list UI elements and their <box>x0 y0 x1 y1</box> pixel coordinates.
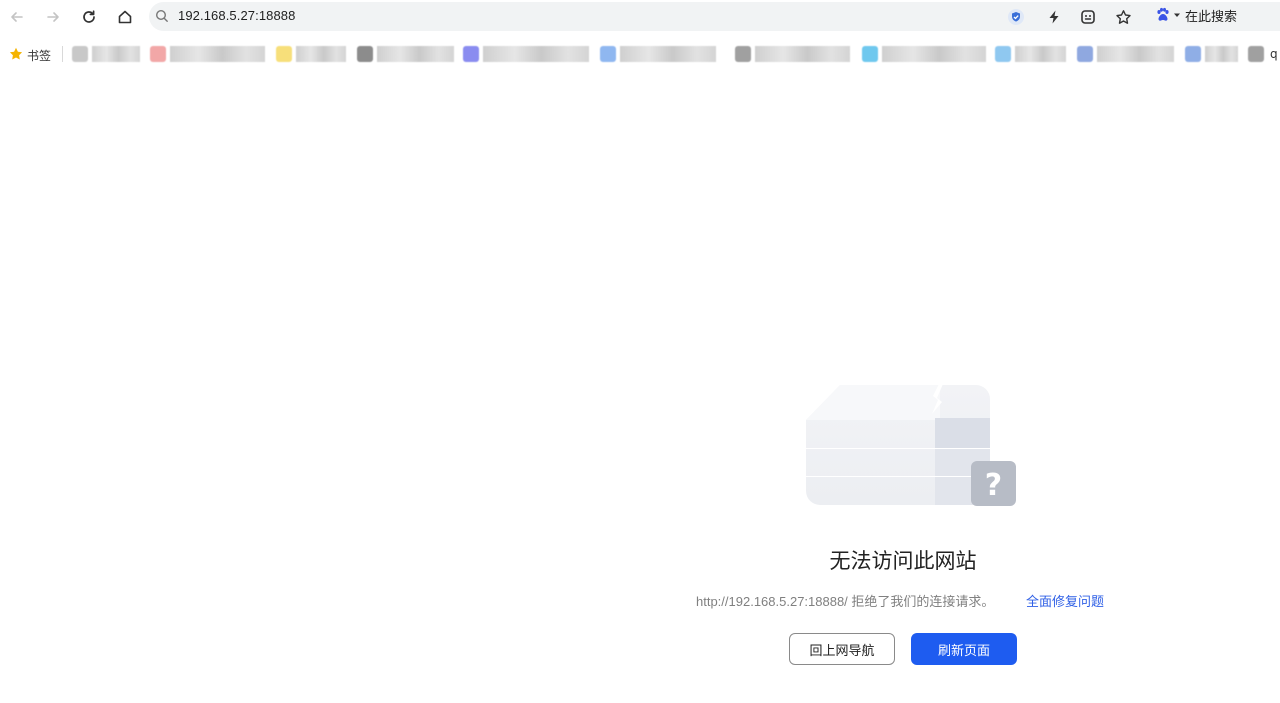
url-text[interactable]: 192.168.5.27:18888 <box>178 8 295 23</box>
back-button[interactable] <box>4 4 30 30</box>
bookmark-overflow-text[interactable]: q <box>1270 47 1278 61</box>
bookmark-title-blurred <box>296 46 346 62</box>
home-button[interactable] <box>112 4 138 30</box>
browser-toolbar: 192.168.5.27:18888 在此搜索 <box>0 0 1280 34</box>
bookmark-favicon-icon <box>600 46 616 62</box>
arrow-right-icon <box>47 12 59 22</box>
error-title: 无法访问此网站 <box>829 549 977 573</box>
search-engine-label: 在此搜索 <box>1185 9 1238 25</box>
bookmark-item[interactable] <box>276 46 348 62</box>
bookmark-title-blurred <box>882 46 986 62</box>
reload-icon <box>83 10 95 23</box>
speedup-button[interactable] <box>1044 7 1064 27</box>
security-shield-button[interactable] <box>1006 7 1026 27</box>
svg-text:?: ? <box>985 468 1002 503</box>
refresh-page-button[interactable]: 刷新页面 <box>911 633 1017 665</box>
bookmarks-folder-label[interactable]: 书签 <box>27 47 51 64</box>
bookmark-favicon-icon <box>150 46 166 62</box>
bookmark-favicon-icon <box>995 46 1011 62</box>
chevron-down-icon <box>1174 13 1180 17</box>
bookmark-item[interactable] <box>1185 46 1240 62</box>
bookmark-item[interactable] <box>463 46 591 62</box>
bookmarks-divider <box>62 46 63 62</box>
fix-problem-link[interactable]: 全面修复问题 <box>1026 591 1104 610</box>
bookmark-favicon-icon <box>862 46 878 62</box>
bookmark-favicon-icon <box>735 46 751 62</box>
bookmark-title-blurred <box>170 46 265 62</box>
arrow-left-icon <box>11 12 23 22</box>
bookmark-item[interactable] <box>600 46 718 62</box>
reader-button[interactable] <box>1078 7 1098 27</box>
bookmark-title-blurred <box>620 46 716 62</box>
forward-button[interactable] <box>40 4 66 30</box>
bookmark-title-blurred <box>377 46 454 62</box>
address-bar[interactable]: 192.168.5.27:18888 <box>149 2 1280 31</box>
face-screen-icon <box>1081 10 1095 24</box>
favorite-star-button[interactable] <box>1113 7 1133 27</box>
search-engine-selector[interactable]: 在此搜索 <box>1155 4 1237 26</box>
bookmark-item[interactable] <box>357 46 456 62</box>
lightning-icon <box>1049 10 1059 24</box>
bookmark-favicon-icon <box>276 46 292 62</box>
bookmark-favicon-icon <box>72 46 88 62</box>
bookmark-title-blurred <box>483 46 589 62</box>
shield-icon <box>1008 9 1024 25</box>
bookmark-favicon-icon <box>463 46 479 62</box>
bookmark-favicon-icon <box>1248 46 1264 62</box>
bookmark-favicon-icon <box>357 46 373 62</box>
bookmark-title-blurred <box>1097 46 1174 62</box>
bookmark-item[interactable] <box>1077 46 1176 62</box>
star-plus-icon <box>1115 9 1131 24</box>
search-icon <box>155 9 168 22</box>
bookmark-title-blurred <box>92 46 140 62</box>
baidu-paw-icon <box>1157 7 1169 21</box>
bookmark-item[interactable] <box>1248 46 1266 62</box>
broken-box-illustration: ? <box>806 384 1016 506</box>
bookmark-item[interactable] <box>862 46 988 62</box>
bookmark-item[interactable] <box>735 46 852 62</box>
bookmark-item[interactable] <box>72 46 142 62</box>
bookmark-favicon-icon <box>1077 46 1093 62</box>
bookmark-title-blurred <box>1205 46 1238 62</box>
home-icon <box>118 10 132 24</box>
bookmarks-bar: 书签 q <box>0 40 1280 68</box>
bookmark-item[interactable] <box>995 46 1068 62</box>
bookmark-title-blurred <box>755 46 850 62</box>
reload-button[interactable] <box>76 4 102 30</box>
error-description: http://192.168.5.27:18888/ 拒绝了我们的连接请求。 <box>696 594 995 609</box>
back-to-navigation-button[interactable]: 回上网导航 <box>789 633 895 665</box>
bookmark-title-blurred <box>1015 46 1066 62</box>
bookmark-item[interactable] <box>150 46 267 62</box>
star-icon <box>9 47 23 60</box>
bookmark-favicon-icon <box>1185 46 1201 62</box>
